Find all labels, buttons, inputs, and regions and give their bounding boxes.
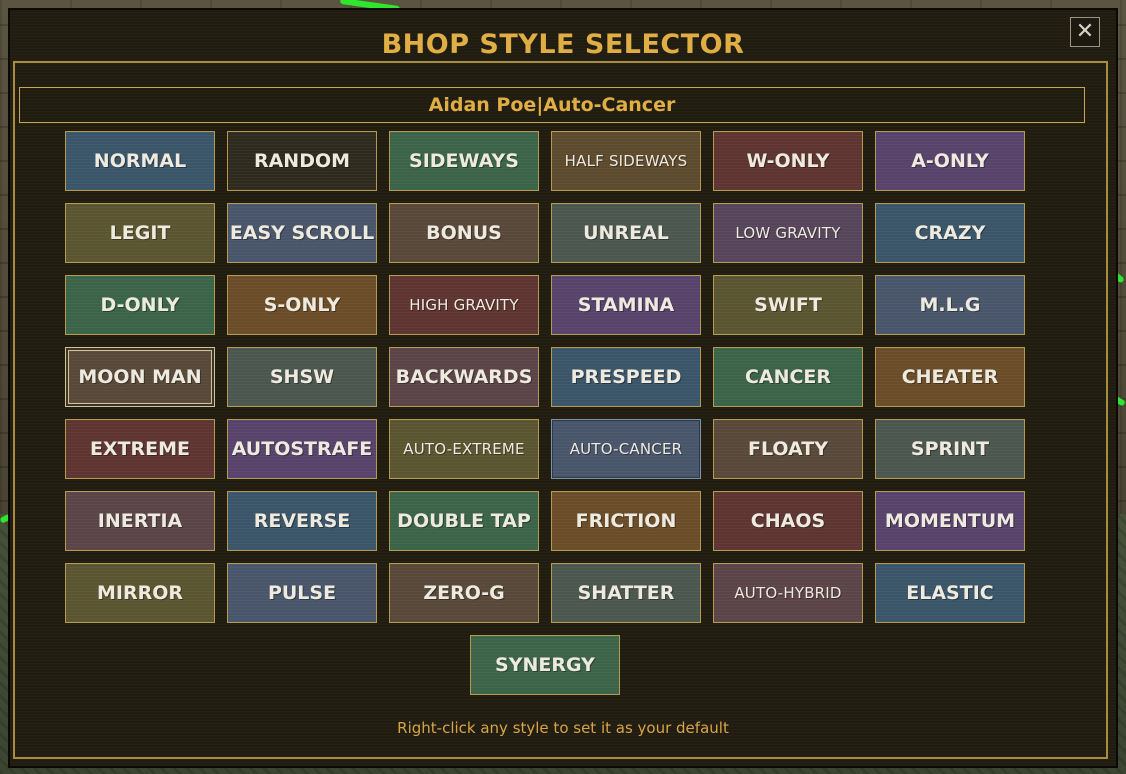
style-button-synergy[interactable]: SYNERGY [470,635,620,695]
close-icon: ✕ [1075,19,1095,44]
style-button-auto-extreme[interactable]: AUTO-EXTREME [389,419,539,479]
style-button-mirror[interactable]: MIRROR [65,563,215,623]
current-style: Auto-Cancer [543,94,676,116]
style-button-sprint[interactable]: SPRINT [875,419,1025,479]
style-button-chaos[interactable]: CHAOS [713,491,863,551]
style-grid: NORMAL RANDOM SIDEWAYS HALF SIDEWAYS W-O… [65,131,1025,623]
style-button-momentum[interactable]: MOMENTUM [875,491,1025,551]
style-button-auto-cancer[interactable]: AUTO-CANCER [551,419,701,479]
style-button-swift[interactable]: SWIFT [713,275,863,335]
style-button-extreme[interactable]: EXTREME [65,419,215,479]
style-button-s-only[interactable]: S-ONLY [227,275,377,335]
style-button-auto-hybrid[interactable]: AUTO-HYBRID [713,563,863,623]
style-button-high-gravity[interactable]: HIGH GRAVITY [389,275,539,335]
style-button-reverse[interactable]: REVERSE [227,491,377,551]
style-button-floaty[interactable]: FLOATY [713,419,863,479]
player-name: Aidan Poe [428,94,537,116]
style-button-legit[interactable]: LEGIT [65,203,215,263]
banner-separator: | [536,94,544,116]
style-button-cheater[interactable]: CHEATER [875,347,1025,407]
style-button-cancer[interactable]: CANCER [713,347,863,407]
player-style-banner: Aidan Poe | Auto-Cancer [19,87,1085,123]
style-button-double-tap[interactable]: DOUBLE TAP [389,491,539,551]
style-button-elastic[interactable]: ELASTIC [875,563,1025,623]
style-button-easy-scroll[interactable]: EASY SCROLL [227,203,377,263]
style-button-pulse[interactable]: PULSE [227,563,377,623]
style-button-sideways[interactable]: SIDEWAYS [389,131,539,191]
style-button-half-sideways[interactable]: HALF SIDEWAYS [551,131,701,191]
close-button[interactable]: ✕ [1070,17,1100,47]
style-button-autostrafe[interactable]: AUTOSTRAFE [227,419,377,479]
style-button-d-only[interactable]: D-ONLY [65,275,215,335]
style-button-normal[interactable]: NORMAL [65,131,215,191]
style-button-stamina[interactable]: STAMINA [551,275,701,335]
style-button-low-gravity[interactable]: LOW GRAVITY [713,203,863,263]
style-button-shatter[interactable]: SHATTER [551,563,701,623]
style-button-backwards[interactable]: BACKWARDS [389,347,539,407]
style-button-prespeed[interactable]: PRESPEED [551,347,701,407]
style-button-moon-man[interactable]: MOON MAN [65,347,215,407]
style-button-a-only[interactable]: A-ONLY [875,131,1025,191]
style-button-crazy[interactable]: CRAZY [875,203,1025,263]
style-button-random[interactable]: RANDOM [227,131,377,191]
style-button-unreal[interactable]: UNREAL [551,203,701,263]
style-button-zero-g[interactable]: ZERO-G [389,563,539,623]
style-button-w-only[interactable]: W-ONLY [713,131,863,191]
style-button-friction[interactable]: FRICTION [551,491,701,551]
style-button-shsw[interactable]: SHSW [227,347,377,407]
style-button-inertia[interactable]: INERTIA [65,491,215,551]
default-style-hint: Right-click any style to set it as your … [397,719,729,737]
window-title: BHOP STYLE SELECTOR [381,29,745,60]
style-button-mlg[interactable]: M.L.G [875,275,1025,335]
style-button-bonus[interactable]: BONUS [389,203,539,263]
